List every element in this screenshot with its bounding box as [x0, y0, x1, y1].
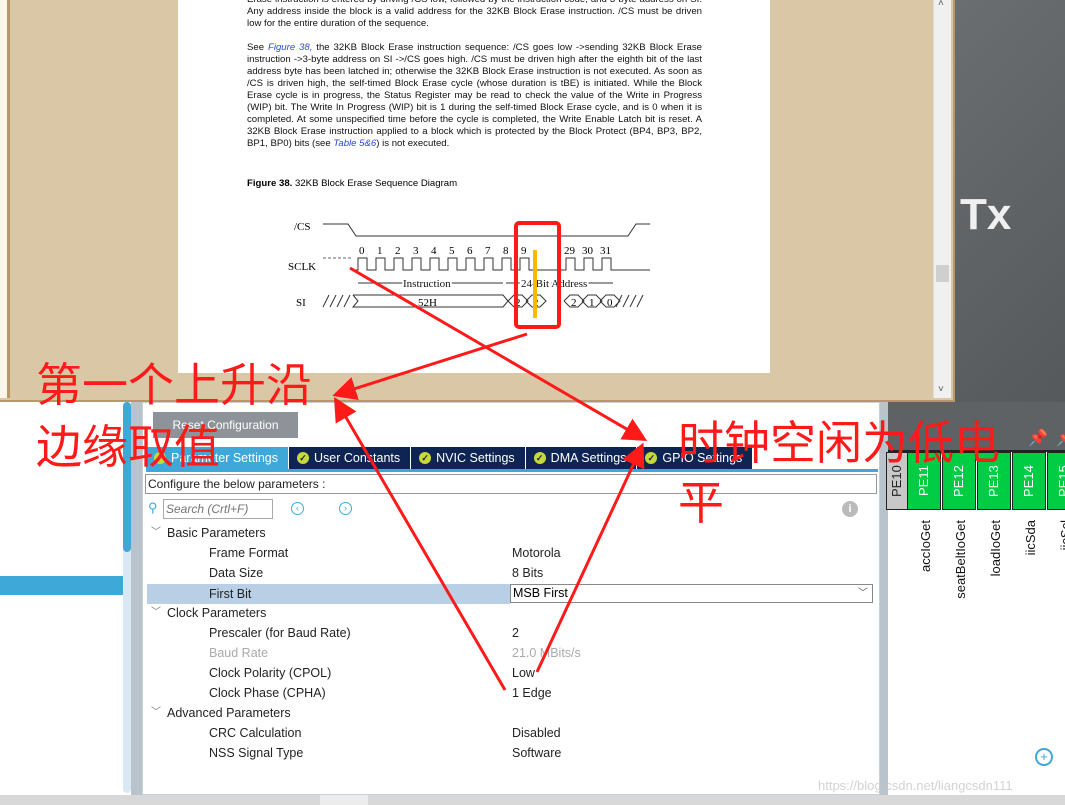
arrow [349, 266, 648, 442]
highlight-box [514, 221, 561, 329]
annotation-text: 第一个上升沿 [36, 358, 312, 412]
arrow [333, 396, 507, 691]
annotation-text: 平 [678, 476, 724, 530]
annotation-text: 时钟空闲为低电 [678, 416, 1000, 470]
arrow [332, 332, 528, 400]
annotation-text: 边缘取值 [36, 420, 220, 474]
arrow [535, 442, 645, 673]
